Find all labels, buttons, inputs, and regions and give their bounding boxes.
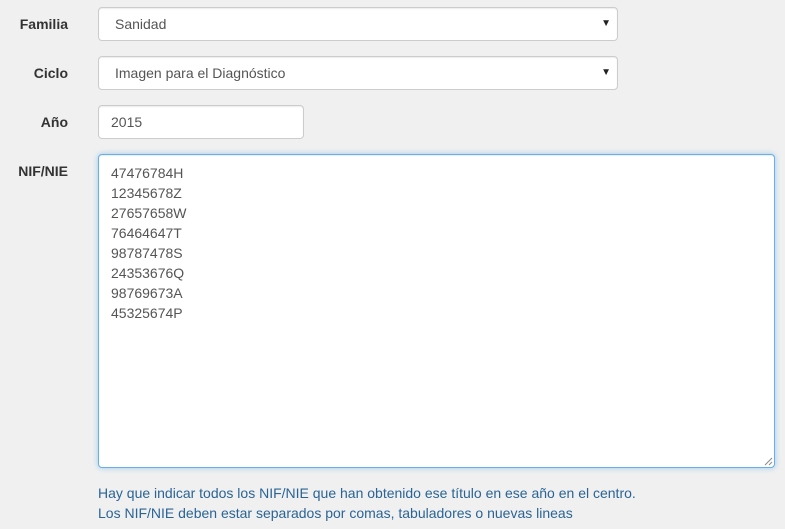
ciclo-selected-value: Imagen para el Diagnóstico [115, 65, 286, 81]
nif-help-text-1: Hay que indicar todos los NIF/NIE que ha… [98, 485, 636, 501]
chevron-down-icon: ▼ [601, 18, 611, 29]
familia-select[interactable]: Sanidad ▼ [98, 7, 618, 41]
nif-registration-form: Familia Sanidad ▼ Ciclo Imagen para el D… [0, 0, 785, 529]
nif-help-text-2: Los NIF/NIE deben estar separados por co… [98, 505, 573, 521]
chevron-down-icon: ▼ [601, 67, 611, 78]
ciclo-label: Ciclo [33, 65, 68, 81]
nif-label: NIF/NIE [18, 163, 68, 179]
familia-selected-value: Sanidad [115, 16, 167, 32]
ciclo-select[interactable]: Imagen para el Diagnóstico ▼ [98, 56, 618, 90]
anio-label: Año [40, 114, 68, 130]
anio-input[interactable] [98, 105, 304, 139]
resize-grip-icon[interactable] [764, 457, 773, 466]
nif-textarea[interactable]: 47476784H 12345678Z 27657658W 76464647T … [98, 154, 775, 468]
familia-label: Familia [19, 16, 68, 32]
